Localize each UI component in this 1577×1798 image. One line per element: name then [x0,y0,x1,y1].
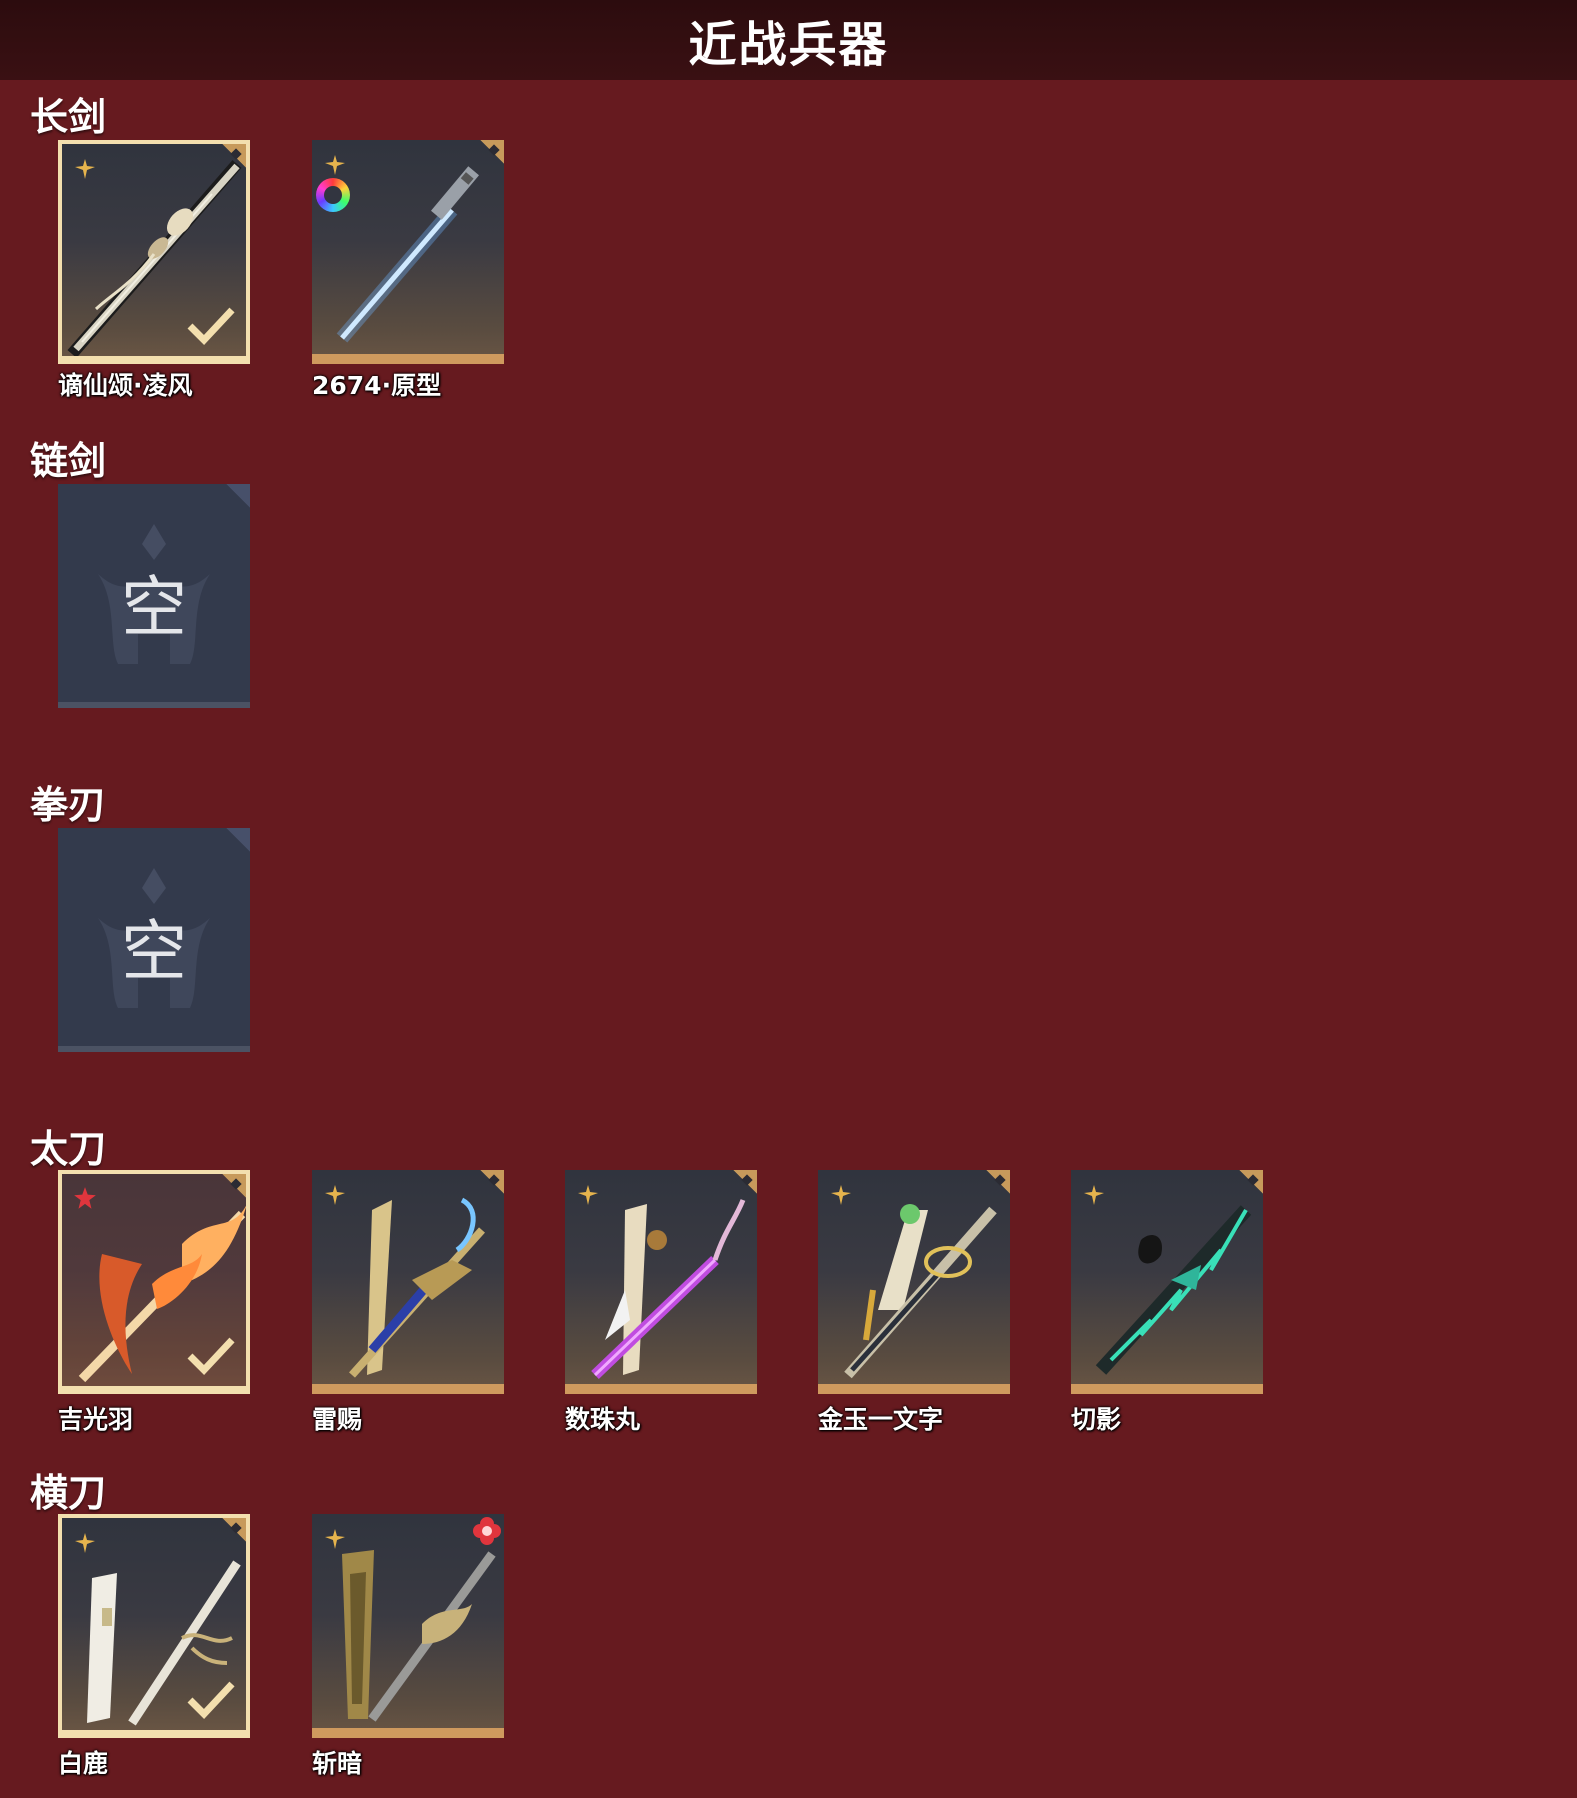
weapon-name: 雷赐 [312,1405,363,1434]
gold-emblem-icon [70,1528,100,1558]
corner-tab-icon [224,828,250,854]
weapon-card-jinyu-yimonji[interactable] [818,1170,1010,1394]
page-title: 近战兵器 [688,17,889,73]
category-title-fistblade: 拳刃 [30,783,107,827]
weapon-name: 数珠丸 [565,1405,641,1434]
weapon-card-shuzhuwan[interactable] [565,1170,757,1394]
category-title-hengdao: 横刀 [30,1471,107,1515]
gold-emblem-icon [573,1180,603,1210]
weapon-name: 谪仙颂·凌风 [58,371,193,400]
category-title-tachi: 太刀 [30,1127,107,1171]
weapon-name: 白鹿 [58,1749,109,1778]
check-icon [187,1681,235,1720]
red-flower-icon [473,1517,501,1545]
weapon-card-qieying[interactable] [1071,1170,1263,1394]
weapon-card-bailu[interactable] [58,1514,250,1738]
weapon-name: 金玉一文字 [818,1405,944,1434]
corner-tab-icon [220,1518,246,1544]
card-footer [62,356,246,360]
weapon-name: 吉光羽 [58,1405,134,1434]
corner-tab-icon [224,484,250,510]
gold-emblem-icon [320,150,350,180]
gold-emblem-icon [1079,1180,1109,1210]
card-footer [312,354,504,364]
card-footer [312,1728,504,1738]
category-title-chainsword: 链剑 [30,439,107,483]
header-bar: 近战兵器 [0,0,1577,80]
corner-tab-icon [478,140,504,166]
weapon-name: 切影 [1071,1405,1122,1434]
weapon-card-leici[interactable] [312,1170,504,1394]
empty-slot-chainsword[interactable]: 空 [58,484,250,708]
weapon-card-jiguangyu[interactable] [58,1170,250,1394]
gold-emblem-icon [320,1524,350,1554]
weapon-card-dixiansong-lingfeng[interactable] [58,140,250,364]
card-footer [62,1730,246,1734]
empty-label: 空 [121,569,187,646]
gold-emblem-icon [320,1180,350,1210]
category-title-longsword: 长剑 [30,95,107,139]
card-footer [62,1386,246,1390]
weapon-name: 2674·原型 [312,371,442,400]
corner-tab-icon [478,1170,504,1196]
empty-label: 空 [121,913,187,990]
red-emblem-icon [70,1184,100,1214]
card-footer [312,1384,504,1394]
gold-emblem-icon [826,1180,856,1210]
rgb-ring-icon [316,178,350,212]
corner-tab-icon [1237,1170,1263,1196]
corner-tab-icon [731,1170,757,1196]
card-footer [1071,1384,1263,1394]
weapon-card-2674-prototype[interactable] [312,140,504,364]
empty-slot-fistblade[interactable]: 空 [58,828,250,1052]
check-icon [187,1337,235,1376]
weapon-card-zhanan[interactable] [312,1514,504,1738]
weapon-name: 斩暗 [312,1749,363,1778]
gold-emblem-icon [70,154,100,184]
check-icon [187,307,235,346]
card-footer [818,1384,1010,1394]
card-footer [565,1384,757,1394]
corner-tab-icon [220,144,246,170]
corner-tab-icon [984,1170,1010,1196]
corner-tab-icon [220,1174,246,1200]
